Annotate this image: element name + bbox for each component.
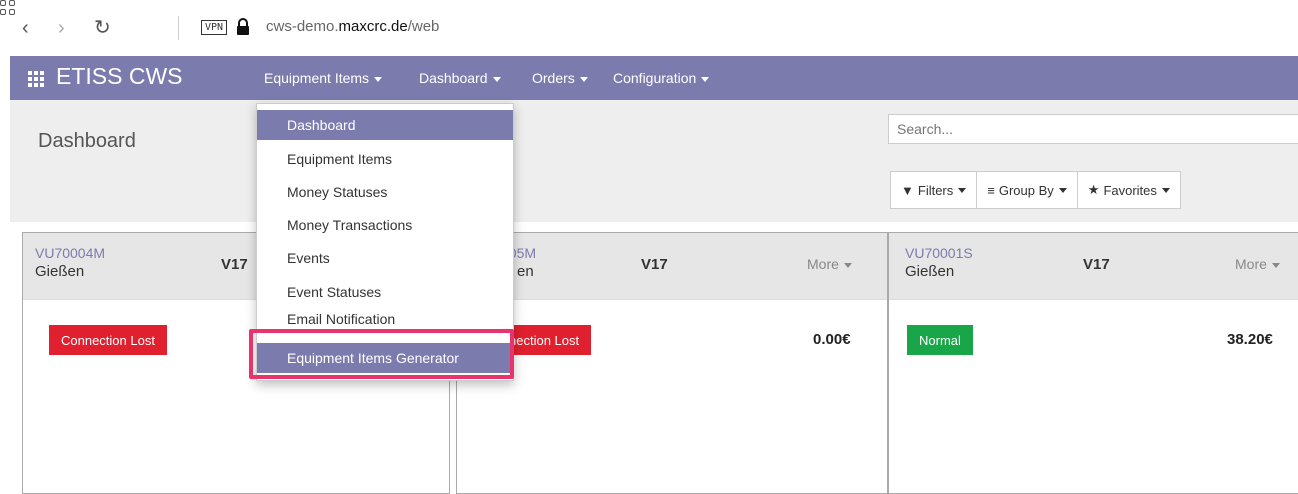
more-label: More bbox=[1235, 256, 1267, 272]
menu-label: Equipment Items bbox=[264, 70, 370, 86]
menu-dashboard[interactable]: Dashboard bbox=[419, 70, 501, 86]
control-panel: Dashboard ▼Filters ≡Group By ★Favorites bbox=[10, 100, 1298, 223]
status-badge: Normal bbox=[907, 325, 973, 355]
card-code[interactable]: VU70001S bbox=[905, 245, 973, 261]
favorites-label: Favorites bbox=[1103, 182, 1157, 198]
caret-down-icon bbox=[701, 76, 710, 82]
address-bar[interactable]: cws-demo.maxcrc.de/web bbox=[266, 18, 439, 35]
dropdown-item-equipment-items[interactable]: Equipment Items bbox=[257, 144, 513, 174]
reload-icon[interactable]: ↻ bbox=[94, 18, 111, 38]
caret-down-icon bbox=[492, 76, 501, 82]
card-code[interactable]: VU70004M bbox=[35, 245, 105, 261]
tabs-grid-icon[interactable] bbox=[0, 0, 16, 16]
card-header: VU70001S Gießen V17 More bbox=[889, 233, 1298, 300]
browser-toolbar: ‹ › ↻ VPN cws-demo.maxcrc.de/web bbox=[0, 0, 1298, 56]
dropdown-item-email-notification[interactable]: Email Notification bbox=[257, 310, 513, 328]
filter-icon: ▼ bbox=[901, 182, 914, 198]
dropdown-item-money-transactions[interactable]: Money Transactions bbox=[257, 210, 513, 240]
caret-down-icon bbox=[579, 76, 588, 82]
menu-orders[interactable]: Orders bbox=[532, 70, 588, 86]
app-brand[interactable]: ETISS CWS bbox=[56, 63, 183, 90]
dropdown-item-events[interactable]: Events bbox=[257, 243, 513, 273]
status-badge: Connection Lost bbox=[49, 325, 167, 355]
card-version: V17 bbox=[641, 256, 668, 273]
more-menu[interactable]: More bbox=[807, 256, 852, 272]
more-menu[interactable]: More bbox=[1235, 256, 1280, 272]
menu-equipment-items[interactable]: Equipment Items bbox=[264, 70, 383, 86]
url-domain: cws-demo. bbox=[266, 18, 339, 35]
group-by-button[interactable]: ≡ Group By bbox=[977, 172, 1078, 208]
card-city: Gießen bbox=[35, 263, 85, 280]
dashboard-content: VU70004M Gießen V17 Connection Lost 005M… bbox=[10, 222, 1298, 494]
card-amount: 0.00€ bbox=[813, 331, 851, 348]
equipment-card[interactable]: 005M en V17 More nection Lost 0.00€ bbox=[456, 232, 888, 494]
highlight-annotation bbox=[249, 329, 514, 379]
filters-button[interactable]: ▼ Filters bbox=[891, 172, 978, 208]
chevron-left-icon[interactable]: ‹ bbox=[22, 18, 29, 38]
app-navbar: ETISS CWS Equipment Items Dashboard Orde… bbox=[10, 56, 1298, 100]
favorites-button[interactable]: ★ Favorites bbox=[1078, 172, 1180, 208]
menu-label: Orders bbox=[532, 70, 575, 86]
menu-label: Dashboard bbox=[419, 70, 488, 86]
caret-down-icon bbox=[374, 76, 383, 82]
caret-down-icon bbox=[1271, 262, 1280, 268]
search-options: ▼ Filters ≡ Group By ★ Favorites bbox=[890, 171, 1181, 209]
card-version: V17 bbox=[221, 256, 248, 273]
menu-label: Configuration bbox=[613, 70, 697, 86]
card-version: V17 bbox=[1083, 256, 1110, 273]
dropdown-item-event-statuses[interactable]: Event Statuses bbox=[257, 277, 513, 307]
card-city: en bbox=[517, 263, 534, 280]
star-icon: ★ bbox=[1087, 182, 1100, 197]
search-input[interactable] bbox=[888, 114, 1298, 144]
caret-down-icon bbox=[1058, 187, 1067, 193]
card-city: Gießen bbox=[905, 263, 955, 280]
url-path: /web bbox=[407, 18, 440, 35]
lock-icon[interactable] bbox=[236, 18, 250, 36]
caret-down-icon bbox=[1161, 187, 1170, 193]
url-host: maxcrc.de bbox=[338, 18, 408, 35]
dropdown-item-dashboard[interactable]: Dashboard bbox=[257, 110, 513, 140]
caret-down-icon bbox=[843, 262, 852, 268]
card-header: 005M en V17 More bbox=[457, 233, 887, 300]
page-title: Dashboard bbox=[38, 130, 136, 152]
equipment-card[interactable]: VU70001S Gießen V17 More Normal 38.20€ bbox=[888, 232, 1298, 494]
apps-grid-icon[interactable] bbox=[28, 71, 44, 87]
vpn-badge[interactable]: VPN bbox=[201, 20, 228, 35]
card-amount: 38.20€ bbox=[1227, 331, 1273, 348]
caret-down-icon bbox=[958, 187, 967, 193]
dropdown-item-money-statuses[interactable]: Money Statuses bbox=[257, 177, 513, 207]
filters-label: Filters bbox=[917, 182, 954, 198]
list-icon: ≡ bbox=[987, 182, 995, 198]
toolbar-divider bbox=[178, 16, 179, 40]
group-by-label: Group By bbox=[998, 182, 1054, 198]
more-label: More bbox=[807, 256, 839, 272]
chevron-right-icon[interactable]: › bbox=[58, 18, 65, 38]
menu-configuration[interactable]: Configuration bbox=[613, 70, 710, 86]
